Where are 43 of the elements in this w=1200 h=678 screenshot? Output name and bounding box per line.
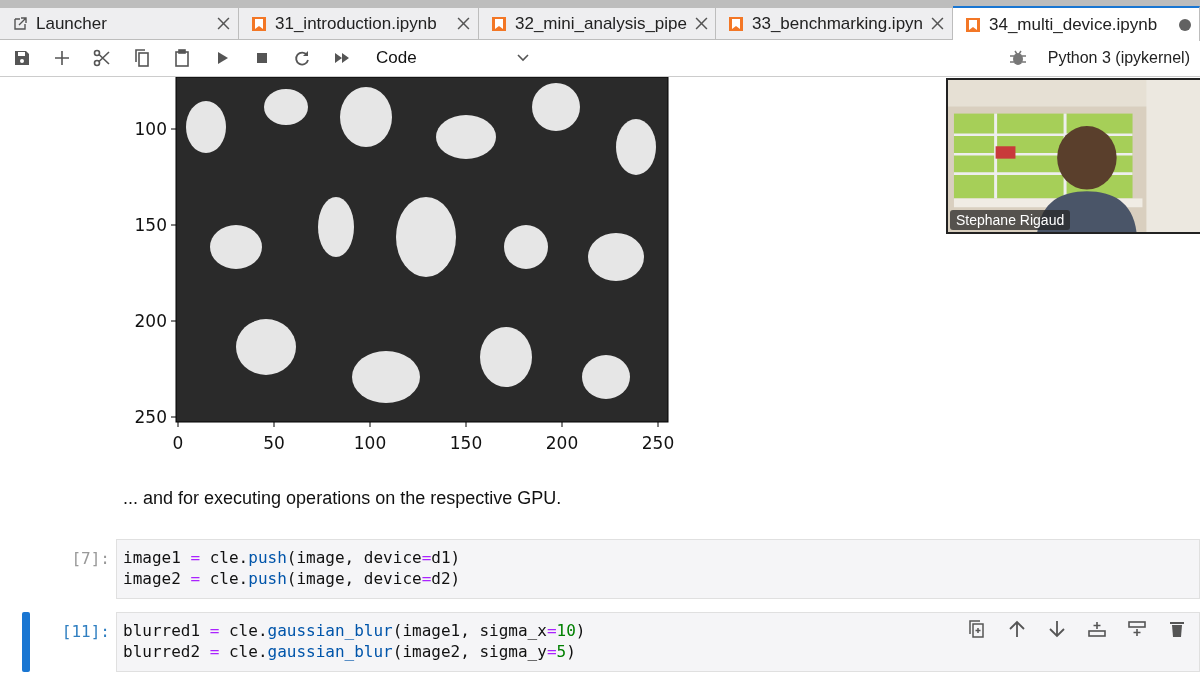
caret-icon xyxy=(516,54,529,62)
x-tick-label: 150 xyxy=(449,433,483,453)
cell-prompt: [11]: xyxy=(60,621,111,641)
up-arrow-icon[interactable] xyxy=(1007,619,1027,639)
cell-type-dropdown[interactable]: Code xyxy=(376,48,529,68)
notebook-icon xyxy=(491,15,507,32)
markdown-text: ... and for executing operations on the respective GPU. xyxy=(123,488,563,509)
y-tick-label: 100 xyxy=(134,119,167,139)
kernel-name[interactable]: Python 3 (ipykernel) xyxy=(1047,49,1190,67)
close-icon[interactable] xyxy=(457,17,470,30)
y-tick-label: 200 xyxy=(134,311,167,331)
notebook-icon xyxy=(728,15,744,32)
tab[interactable]: 34_multi_device.ipynb xyxy=(953,6,1200,41)
close-icon[interactable] xyxy=(931,17,945,30)
x-tick-label: 100 xyxy=(353,433,387,453)
insert-above-icon[interactable] xyxy=(1087,619,1107,639)
notebook-icon xyxy=(251,15,267,32)
duplicate-icon[interactable] xyxy=(967,619,987,639)
active-cell-bar xyxy=(22,612,30,672)
x-tick-label: 0 xyxy=(172,433,184,453)
x-tick-label: 200 xyxy=(545,433,579,453)
add-icon[interactable] xyxy=(52,48,72,68)
cut-icon[interactable] xyxy=(92,48,112,68)
close-icon[interactable] xyxy=(695,17,708,30)
y-tick-label: 250 xyxy=(134,407,167,427)
cell-prompt: [7]: xyxy=(70,548,111,568)
x-tick-label: 50 xyxy=(263,433,285,453)
save-icon[interactable] xyxy=(12,48,32,68)
code-input[interactable]: blurred1 = cle.gaussian_blur(image1, sigma_x=10) blurred2 = cle.gaussian_blur(image2, sigma_y=5) xyxy=(116,612,1200,672)
participant-name: Stephane Rigaud xyxy=(950,210,1071,230)
down-arrow-icon[interactable] xyxy=(1047,619,1067,639)
notebook-icon xyxy=(965,16,981,33)
x-tick-label: 250 xyxy=(641,433,675,453)
launch-icon xyxy=(12,15,28,32)
insert-below-icon[interactable] xyxy=(1127,619,1147,639)
paste-icon[interactable] xyxy=(172,48,192,68)
y-tick-label: 150 xyxy=(134,215,167,235)
code-input[interactable]: image1 = cle.push(image, device=d1) image2 = cle.push(image, device=d2) xyxy=(116,539,1200,599)
delete-icon[interactable] xyxy=(1167,619,1187,639)
unsaved-dot xyxy=(1179,18,1191,31)
copy-icon[interactable] xyxy=(132,48,152,68)
close-icon[interactable] xyxy=(217,17,230,30)
bug-icon xyxy=(1007,48,1028,68)
